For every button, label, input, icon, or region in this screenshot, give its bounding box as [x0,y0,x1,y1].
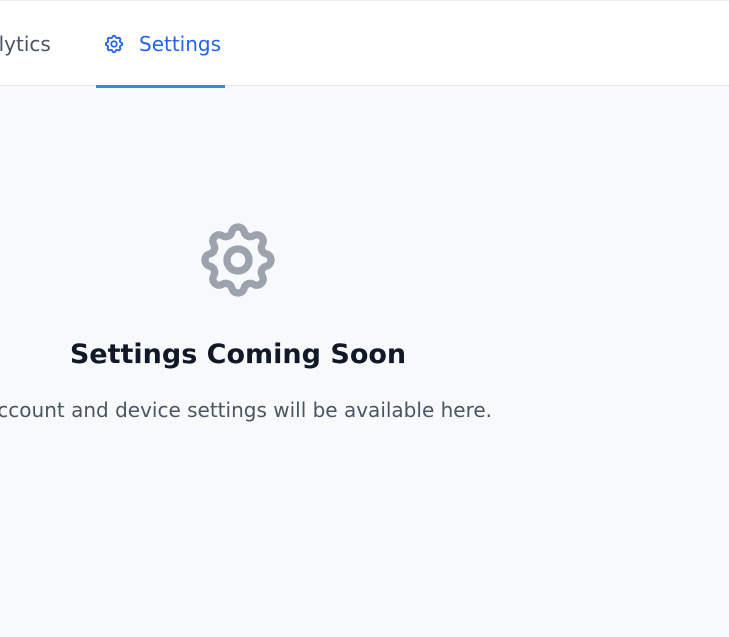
tab-bar: Analytics Settings [0,0,729,88]
tab-analytics[interactable]: Analytics [0,1,51,87]
empty-state-description: Account and device settings will be avai… [0,398,493,422]
tab-settings-label: Settings [139,32,222,56]
tab-settings[interactable]: Settings [96,1,225,88]
empty-state-title: Settings Coming Soon [69,339,407,370]
tab-analytics-label: Analytics [0,32,51,56]
gear-icon [194,214,282,306]
settings-page: Analytics Settings Settings Coming Soon … [0,0,729,637]
gear-icon [103,33,125,55]
empty-state: Settings Coming Soon Account and device … [0,86,492,637]
